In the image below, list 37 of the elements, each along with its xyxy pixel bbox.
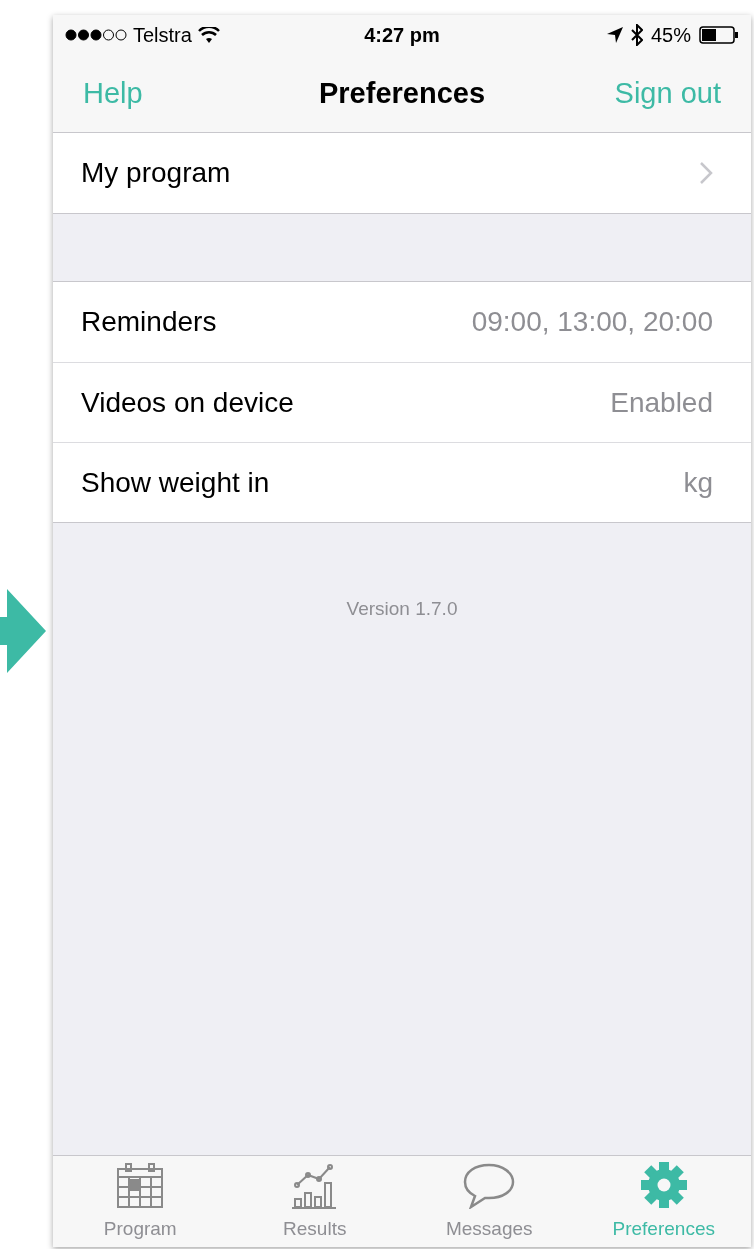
tab-item[interactable]: Messages (402, 1156, 577, 1247)
location-arrow-icon (606, 27, 623, 43)
gear-icon (639, 1160, 688, 1209)
row-label: Show weight in (81, 465, 270, 500)
chevron-right-icon (699, 161, 713, 185)
nav-title: Preferences (318, 75, 486, 111)
tab-item[interactable]: Preferences (576, 1156, 751, 1247)
bluetooth-icon (630, 24, 643, 46)
arrow-icon (0, 588, 46, 673)
version-text: Version 1.7.0 (346, 597, 458, 621)
tab-label: Results (283, 1216, 347, 1241)
wifi-icon (197, 27, 220, 43)
settings-row[interactable]: Videos on device Enabled (53, 362, 751, 442)
tab-label: Program (103, 1216, 177, 1241)
row-value: kg (683, 465, 713, 500)
speech-bubble-icon (463, 1162, 516, 1209)
row-label: Videos on device (81, 385, 294, 420)
tab-item[interactable]: Program (53, 1156, 228, 1247)
row-label: Reminders (81, 305, 217, 339)
status-time: 4:27 pm (364, 23, 440, 48)
help-button[interactable]: Help (83, 71, 243, 116)
tab-item[interactable]: Results (227, 1156, 402, 1247)
row-value: Enabled (610, 385, 713, 420)
tab-label: Messages (445, 1216, 533, 1241)
row-value: 09:00, 13:00, 20:00 (471, 305, 713, 339)
settings-row[interactable]: My program (53, 133, 751, 213)
settings-row[interactable]: Reminders 09:00, 13:00, 20:00 (53, 282, 751, 362)
settings-row[interactable]: Show weight in kg (53, 442, 751, 522)
sign-out-button[interactable]: Sign out (561, 71, 721, 116)
row-label: My program (81, 156, 231, 190)
battery-percent: 45% (650, 23, 691, 48)
carrier-name: Telstra (133, 23, 192, 48)
signal-icon (65, 29, 127, 41)
calendar-icon (116, 1162, 165, 1209)
chart-icon (291, 1162, 338, 1209)
battery-icon (699, 26, 739, 44)
tab-label: Preferences (612, 1216, 715, 1241)
